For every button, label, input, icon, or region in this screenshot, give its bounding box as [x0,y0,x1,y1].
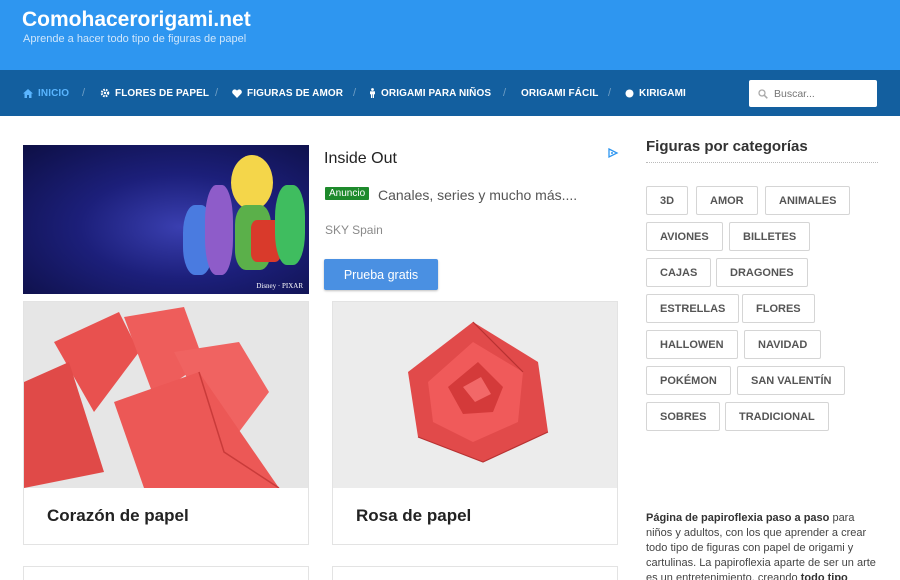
nav-separator: / [82,87,86,99]
nav-item-flores[interactable]: FLORES DE PAPEL [100,70,209,116]
category-tag[interactable]: ANIMALES [765,186,851,215]
ad-image-logo: Disney · PIXAR [256,282,303,290]
nav-item-label: FLORES DE PAPEL [115,87,210,99]
search-input[interactable] [774,87,869,100]
main-content: Disney · PIXAR Inside Out Anuncio Canale… [0,116,900,580]
category-tag[interactable]: DRAGONES [716,258,808,287]
ad-title[interactable]: Inside Out [324,150,397,168]
nav-separator: / [353,87,357,99]
heart-icon [232,88,242,98]
category-tag[interactable]: NAVIDAD [744,330,822,359]
category-tag[interactable]: SOBRES [646,402,721,431]
category-tag[interactable]: TRADICIONAL [725,402,829,431]
post-title[interactable]: Corazón de papel [47,506,189,526]
nav-item-inicio[interactable]: INICIO [23,70,69,116]
about-bold-2: todo tipo [800,572,848,580]
post-title[interactable]: Rosa de papel [356,506,471,526]
nav-item-kirigami[interactable]: KIRIGAMI [625,70,686,116]
category-tag[interactable]: 3D [646,186,689,215]
category-tag[interactable]: ESTRELLAS [646,294,740,323]
nav-item-ninos[interactable]: ORIGAMI PARA NIÑOS [369,70,491,116]
ad-image[interactable]: Disney · PIXAR [23,145,309,294]
nav-separator: / [503,87,507,99]
ad-badge: Anuncio [325,187,370,200]
post-thumbnail[interactable] [24,302,308,488]
ad-character-shape [231,155,273,210]
nav-item-label: ORIGAMI PARA NIÑOS [381,87,492,99]
post-thumbnail[interactable] [333,302,617,488]
gear-icon [100,88,110,98]
ad-character-shape [205,185,233,275]
site-tagline: Aprende a hacer todo tipo de figuras de … [23,33,247,45]
home-icon [23,88,33,98]
category-tag[interactable]: HALLOWEN [646,330,738,359]
sidebar-about-text: Página de papiroflexia paso a paso para … [646,511,878,580]
nav-item-label: ORIGAMI FÁCIL [521,87,599,99]
post-card[interactable] [332,566,618,580]
site-header: Comohacerorigami.net Aprende a hacer tod… [0,0,900,70]
ad-choices-icon[interactable] [607,146,619,164]
nav-separator: / [608,87,612,99]
ad-character-shape [275,185,305,265]
category-tag[interactable]: POKÉMON [646,366,731,395]
category-tag[interactable]: FLORES [742,294,815,323]
nav-item-label: FIGURAS DE AMOR [247,87,344,99]
nav-item-label: KIRIGAMI [639,87,686,99]
circle-icon [625,89,634,98]
category-tag[interactable]: AVIONES [646,222,723,251]
sidebar-title: Figuras por categorías [646,138,808,155]
nav-item-label: INICIO [38,87,70,99]
ad-advertiser: SKY Spain [325,223,383,237]
category-tag[interactable]: BILLETES [729,222,811,251]
child-icon [369,88,376,98]
ad-description: Canales, series y mucho más.... [378,187,578,203]
category-tag[interactable]: AMOR [696,186,758,215]
about-bold: Página de papiroflexia paso a paso [646,512,830,524]
site-title[interactable]: Comohacerorigami.net [22,8,251,32]
search-icon [758,88,768,99]
nav-item-facil[interactable]: ORIGAMI FÁCIL [521,70,598,116]
post-card[interactable]: Rosa de papel [332,301,618,545]
search-box [749,80,877,107]
nav-item-amor[interactable]: FIGURAS DE AMOR [232,70,343,116]
nav-separator: / [215,87,219,99]
post-card[interactable]: Corazón de papel [23,301,309,545]
sidebar-divider [646,162,878,163]
post-card[interactable] [23,566,309,580]
ad-cta-button[interactable]: Prueba gratis [324,259,438,290]
category-tag[interactable]: CAJAS [646,258,712,287]
category-tag[interactable]: SAN VALENTÍN [737,366,846,395]
